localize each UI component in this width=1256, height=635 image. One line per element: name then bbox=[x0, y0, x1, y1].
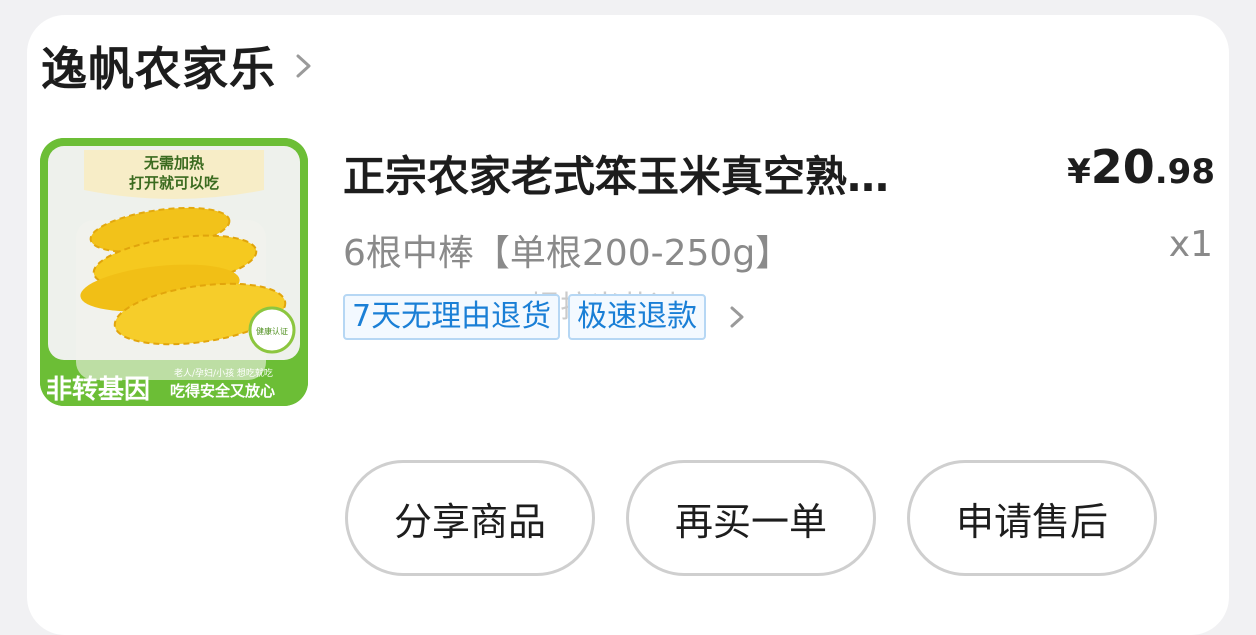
product-spec: 6根中棒【单根200-250g】 bbox=[343, 233, 792, 274]
image-bottom-right: 吃得安全又放心 bbox=[170, 382, 275, 400]
product-price: ¥20.98 bbox=[1067, 140, 1215, 194]
image-bottom-left: 非转基因 bbox=[46, 375, 150, 405]
rebuy-button[interactable]: 再买一单 bbox=[626, 460, 876, 576]
product-title[interactable]: 正宗农家老式笨玉米真空熟… bbox=[343, 143, 889, 204]
share-product-button[interactable]: 分享商品 bbox=[345, 460, 595, 576]
image-banner-line1: 无需加热 bbox=[143, 154, 204, 172]
price-integer: 20 bbox=[1090, 140, 1155, 194]
product-image[interactable]: 无需加热 打开就可以吃 健康认证 非转基因 老人/孕妇/小孩 想吃就吃 吃得安全… bbox=[40, 138, 308, 406]
image-banner-line2: 打开就可以吃 bbox=[129, 174, 219, 192]
chevron-right-icon bbox=[730, 306, 744, 328]
shop-name: 逸帆农家乐 bbox=[41, 42, 276, 96]
service-tags[interactable]: 7天无理由退货 极速退款 bbox=[343, 294, 746, 340]
chevron-right-icon bbox=[296, 54, 311, 78]
image-bottom-small: 老人/孕妇/小孩 想吃就吃 bbox=[174, 367, 273, 379]
tag-return-7-days: 7天无理由退货 bbox=[343, 294, 561, 340]
tag-fast-refund: 极速退款 bbox=[568, 294, 707, 340]
price-symbol: ¥ bbox=[1067, 152, 1091, 192]
image-badge: 健康认证 bbox=[256, 326, 288, 336]
product-quantity: x1 bbox=[1168, 224, 1213, 265]
price-decimal: .98 bbox=[1154, 152, 1215, 192]
corn-illustration bbox=[76, 206, 287, 380]
shop-header[interactable]: 逸帆农家乐 bbox=[41, 36, 316, 96]
after-sale-button[interactable]: 申请售后 bbox=[907, 460, 1157, 576]
